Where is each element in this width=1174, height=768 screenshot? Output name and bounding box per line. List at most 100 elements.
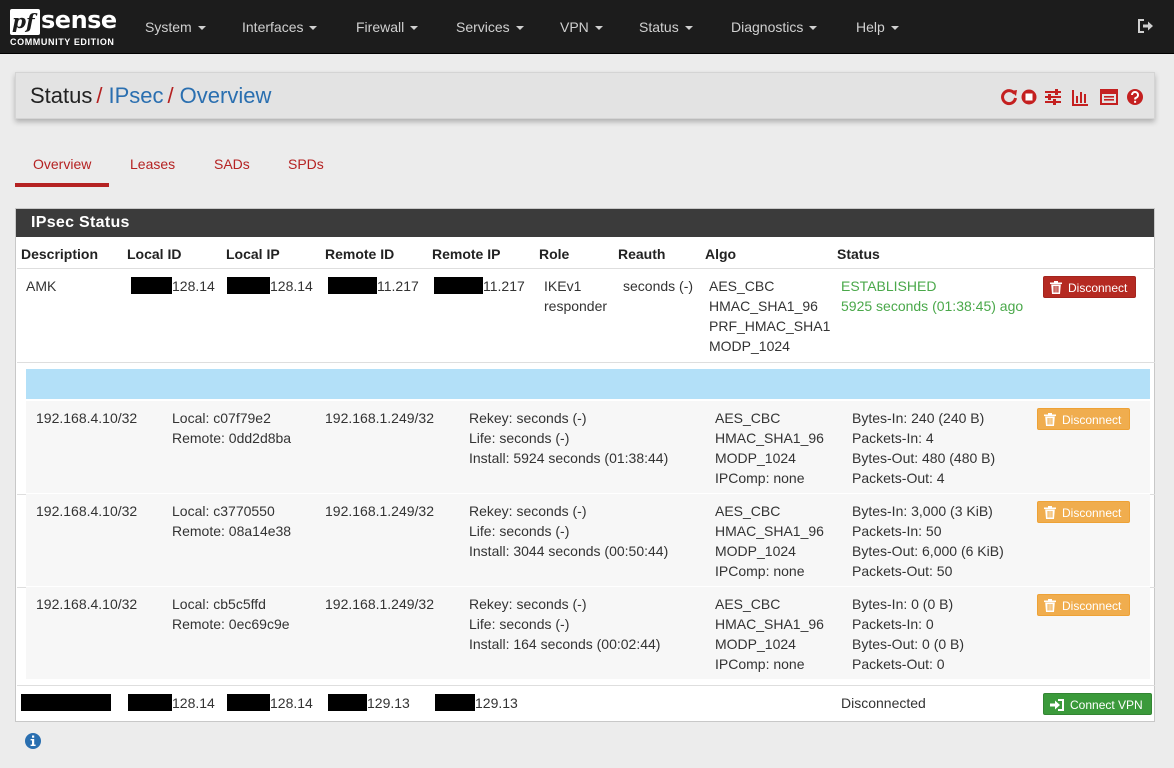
established-time: 5925 seconds (01:38:45) ago — [841, 298, 1024, 314]
disconnect-tunnel-button[interactable]: Disconnect — [1043, 276, 1137, 298]
logo-edition: COMMUNITY EDITION — [10, 37, 115, 47]
column-header-status: Status — [837, 246, 880, 262]
child-local-network: 192.168.4.10/32 — [36, 596, 138, 612]
trash-icon — [1044, 506, 1056, 519]
header-divider — [17, 268, 1155, 269]
disconnected-remote-ip: 129.13 — [435, 693, 518, 713]
child-local-network: 192.168.4.10/32 — [36, 503, 138, 519]
restart-service-icon[interactable] — [1000, 88, 1018, 106]
redaction-block — [227, 694, 270, 711]
row-divider — [17, 685, 1155, 686]
child-spi: Local: c3770550 Remote: 08a14e38 — [172, 503, 292, 539]
log-list-icon[interactable] — [1100, 88, 1118, 106]
column-header-reauth: Reauth — [618, 246, 666, 262]
redaction-block — [328, 277, 377, 294]
disconnected-local-id: 128.14 — [128, 693, 215, 713]
child-remote-network: 192.168.1.249/32 — [325, 503, 434, 519]
tunnel-remote-id: 11.217 — [328, 276, 419, 296]
trash-icon — [1050, 281, 1062, 294]
active-tab-indicator — [15, 183, 109, 187]
child-algo: AES_CBC HMAC_SHA1_96 MODP_1024 IPComp: none — [715, 503, 824, 579]
sign-in-icon — [1050, 699, 1064, 711]
chevron-down-icon — [410, 26, 419, 31]
column-header-local-id: Local ID — [127, 246, 182, 262]
child-traffic-stats: Bytes-In: 240 (240 B) Packets-In: 4 Bytes-… — [852, 410, 996, 486]
info-icon[interactable] — [24, 732, 42, 750]
disconnect-child-sa-button[interactable]: Disconnect — [1037, 408, 1131, 430]
stop-service-icon[interactable] — [1020, 88, 1038, 106]
child-local-network: 192.168.4.10/32 — [36, 410, 138, 426]
connect-vpn-button[interactable]: Connect VPN — [1043, 693, 1152, 715]
breadcrumb-ipsec-link[interactable]: IPsec — [109, 83, 164, 108]
trash-icon — [1044, 599, 1056, 612]
breadcrumb-separator: / — [167, 83, 174, 108]
tunnel-reauth: seconds (-) — [623, 278, 694, 294]
redaction-block — [21, 694, 111, 711]
child-lifetimes: Rekey: seconds (-) Life: seconds (-) Insta… — [469, 503, 669, 559]
child-lifetimes: Rekey: seconds (-) Life: seconds (-) Insta… — [469, 596, 661, 652]
redaction-block — [328, 694, 367, 711]
tunnel-status: ESTABLISHED 5925 seconds (01:38:45) ago — [841, 276, 1023, 316]
help-icon[interactable] — [1126, 88, 1144, 106]
redaction-block — [435, 694, 475, 711]
panel-title: IPsec Status — [16, 209, 1154, 237]
status-badge: ESTABLISHED — [841, 278, 937, 294]
chevron-down-icon — [197, 26, 206, 31]
settings-sliders-icon[interactable] — [1044, 88, 1062, 106]
disconnected-description — [21, 693, 111, 713]
nav-status[interactable]: Status — [639, 0, 693, 54]
child-remote-network: 192.168.1.249/32 — [325, 596, 434, 612]
nav-interfaces[interactable]: Interfaces — [242, 0, 318, 54]
logout-icon[interactable] — [1137, 18, 1155, 34]
chevron-down-icon — [309, 26, 318, 31]
nav-vpn[interactable]: VPN — [560, 0, 603, 54]
tunnel-role: IKEv1 responder — [544, 278, 608, 314]
nav-help[interactable]: Help — [856, 0, 899, 54]
tunnel-local-id: 128.14 — [131, 276, 215, 296]
child-remote-network: 192.168.1.249/32 — [325, 410, 434, 426]
breadcrumb-status: Status — [30, 83, 93, 108]
row-divider — [17, 362, 1155, 363]
tunnel-local-ip: 128.14 — [227, 276, 313, 296]
child-lifetimes: Rekey: seconds (-) Life: seconds (-) Insta… — [469, 410, 669, 466]
child-sa-header-bar — [26, 369, 1150, 399]
child-algo: AES_CBC HMAC_SHA1_96 MODP_1024 IPComp: none — [715, 410, 824, 486]
top-navbar: pf sense COMMUNITY EDITION System Interf… — [0, 0, 1174, 54]
header-icon-group — [1000, 88, 1144, 106]
redaction-block — [128, 694, 172, 711]
tunnel-description: AMK — [26, 278, 57, 294]
nav-services[interactable]: Services — [456, 0, 524, 54]
pfsense-logo[interactable]: pf sense COMMUNITY EDITION — [8, 5, 118, 49]
tab-spds[interactable]: SPDs — [288, 155, 324, 173]
child-traffic-stats: Bytes-In: 3,000 (3 KiB) Packets-In: 50 Byt… — [852, 503, 1004, 579]
redaction-block — [434, 277, 483, 294]
child-spi: Local: c07f79e2 Remote: 0dd2d8ba — [172, 410, 292, 446]
chevron-down-icon — [890, 26, 899, 31]
ipsec-status-panel: IPsec Status Description Local ID Local … — [15, 208, 1155, 722]
tab-overview[interactable]: Overview — [33, 155, 91, 173]
column-header-local-ip: Local IP — [226, 246, 280, 262]
column-header-remote-ip: Remote IP — [432, 246, 501, 262]
nav-diagnostics[interactable]: Diagnostics — [731, 0, 818, 54]
column-header-remote-id: Remote ID — [325, 246, 395, 262]
nav-firewall[interactable]: Firewall — [356, 0, 419, 54]
column-header-role: Role — [539, 246, 570, 262]
tab-leases[interactable]: Leases — [130, 155, 175, 173]
chevron-down-icon — [594, 26, 603, 31]
disconnect-child-sa-button[interactable]: Disconnect — [1037, 594, 1131, 616]
bar-chart-icon[interactable] — [1071, 88, 1089, 106]
logo-pf-mark: pf — [10, 9, 40, 35]
disconnect-child-sa-button[interactable]: Disconnect — [1037, 501, 1131, 523]
child-algo: AES_CBC HMAC_SHA1_96 MODP_1024 IPComp: none — [715, 596, 824, 672]
column-header-description: Description — [21, 246, 99, 262]
trash-icon — [1044, 413, 1056, 426]
breadcrumb-panel: Status / IPsec / Overview — [15, 72, 1155, 119]
breadcrumb: Status / IPsec / Overview — [30, 83, 271, 109]
breadcrumb-overview-link[interactable]: Overview — [180, 83, 272, 108]
nav-system[interactable]: System — [145, 0, 206, 54]
disconnected-status: Disconnected — [841, 695, 926, 711]
tab-sads[interactable]: SADs — [214, 155, 250, 173]
tunnel-remote-ip: 11.217 — [434, 276, 525, 296]
logo-wordmark: sense — [41, 6, 117, 34]
redaction-block — [227, 277, 270, 294]
